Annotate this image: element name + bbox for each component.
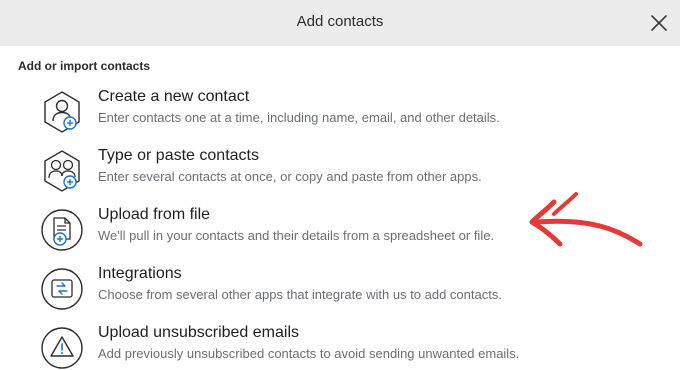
option-description: We'll pull in your contacts and their de… — [98, 228, 495, 243]
option-type-or-paste-contacts[interactable]: Type or paste contacts Enter several con… — [34, 147, 594, 199]
option-description: Enter contacts one at a time, including … — [98, 110, 500, 125]
option-title: Upload unsubscribed emails — [98, 324, 299, 341]
dialog-title: Add contacts — [296, 13, 384, 30]
person-add-icon — [44, 91, 80, 133]
people-add-icon — [44, 150, 80, 192]
close-icon[interactable] — [648, 12, 670, 34]
option-description: Choose from several other apps that inte… — [98, 287, 502, 302]
option-title: Create a new contact — [98, 88, 250, 105]
option-create-new-contact[interactable]: Create a new contact Enter contacts one … — [34, 88, 594, 140]
option-upload-from-file[interactable]: Upload from file We'll pull in your cont… — [34, 206, 594, 258]
warning-icon — [41, 327, 83, 369]
option-title: Type or paste contacts — [98, 147, 259, 164]
option-integrations[interactable]: Integrations Choose from several other a… — [34, 265, 594, 317]
option-upload-unsubscribed-emails[interactable]: Upload unsubscribed emails Add previousl… — [34, 324, 594, 370]
integrations-icon — [41, 268, 83, 310]
option-description: Enter several contacts at once, or copy … — [98, 169, 482, 184]
option-description: Add previously unsubscribed contacts to … — [98, 346, 520, 361]
add-contacts-dialog: Add contacts Add or import contacts Crea… — [0, 0, 680, 370]
file-upload-icon — [41, 209, 83, 251]
dialog-header: Add contacts — [0, 0, 680, 46]
option-title: Upload from file — [98, 206, 211, 223]
option-title: Integrations — [98, 265, 182, 282]
section-label: Add or import contacts — [18, 59, 151, 73]
